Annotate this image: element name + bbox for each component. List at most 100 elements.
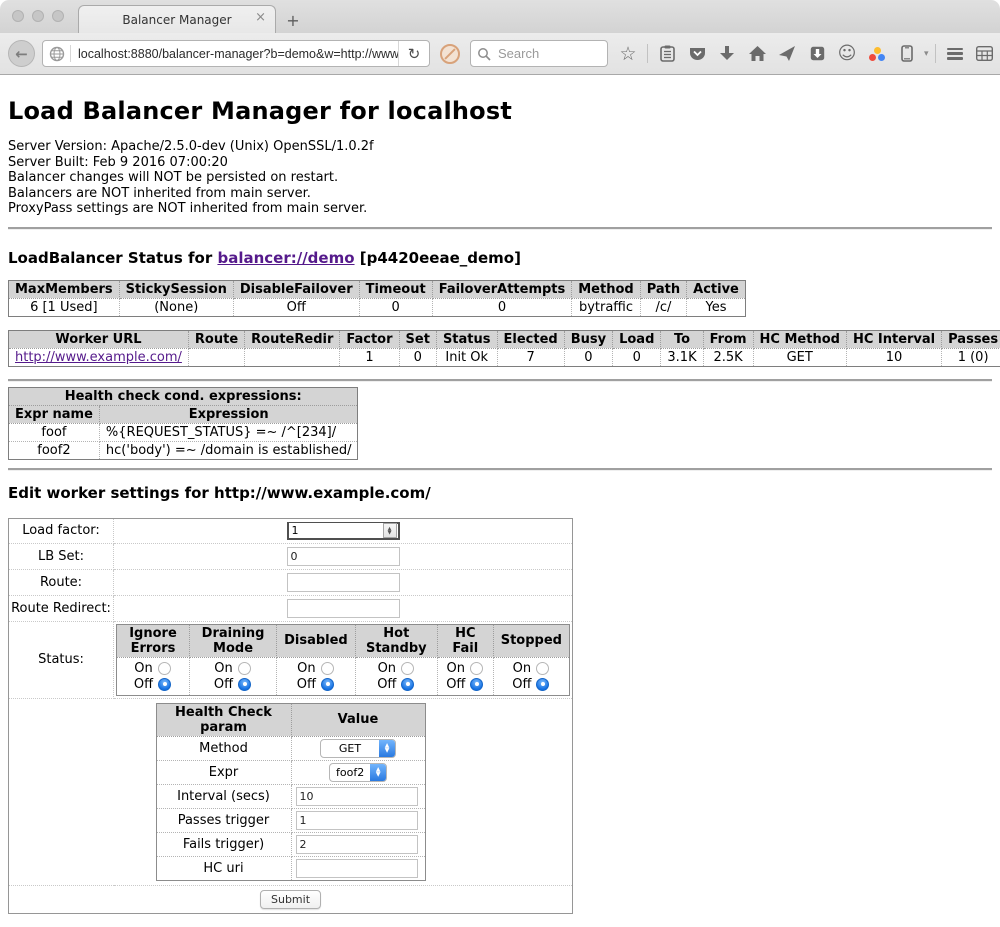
submit-button[interactable]: Submit: [260, 890, 321, 909]
cell-routeredir: [245, 348, 340, 366]
radio-on[interactable]: [536, 662, 549, 675]
method-select[interactable]: GET ▲▼: [320, 739, 396, 758]
cell-hc-method: GET: [753, 348, 846, 366]
search-bar[interactable]: [470, 40, 608, 67]
url-text[interactable]: localhost:8880/balancer-manager?b=demo&w…: [78, 47, 398, 61]
column-header: Expression: [99, 405, 358, 423]
on-label: On: [134, 661, 152, 676]
balancer-demo-link[interactable]: balancer://demo: [217, 249, 354, 267]
pocket-icon[interactable]: [684, 41, 710, 67]
radio-on[interactable]: [158, 662, 171, 675]
load-factor-input[interactable]: [289, 523, 383, 538]
worker-status-table: Worker URL Route RouteRedir Factor Set S…: [8, 330, 1000, 367]
globe-icon: [49, 46, 65, 62]
search-icon: [477, 47, 491, 61]
reload-button[interactable]: ↻: [398, 40, 429, 67]
content-block-icon[interactable]: [440, 44, 460, 64]
radio-on[interactable]: [401, 662, 414, 675]
cell-passes: 1 (0): [942, 348, 1000, 366]
load-factor-stepper[interactable]: ▲▼: [287, 522, 400, 540]
passes-input[interactable]: [296, 811, 418, 830]
tab-bar: Balancer Manager × +: [0, 0, 1000, 33]
column-header: To: [661, 330, 703, 348]
fails-input[interactable]: [296, 835, 418, 854]
radio-off[interactable]: [401, 678, 414, 691]
extensions-colors-icon[interactable]: [864, 41, 890, 67]
close-window-button[interactable]: [12, 10, 24, 22]
expr-select[interactable]: foof2 ▲▼: [329, 763, 387, 782]
expr-label: Expr: [156, 760, 291, 784]
smiley-icon[interactable]: ☺: [834, 41, 860, 67]
cell-method: bytraffic: [572, 298, 640, 316]
column-header: HC Method: [753, 330, 846, 348]
clipboard-icon[interactable]: [654, 41, 680, 67]
route-redirect-input[interactable]: [287, 599, 400, 618]
radio-off[interactable]: [536, 678, 549, 691]
column-header: From: [703, 330, 753, 348]
bookmark-star-icon[interactable]: ☆: [615, 41, 641, 67]
device-icon[interactable]: [894, 41, 920, 67]
url-bar[interactable]: localhost:8880/balancer-manager?b=demo&w…: [42, 40, 430, 67]
back-button[interactable]: ←: [8, 40, 35, 67]
radio-off[interactable]: [158, 678, 171, 691]
off-label: Off: [134, 677, 153, 692]
table-row: 6 [1 Used] (None) Off 0 0 bytraffic /c/ …: [9, 298, 746, 316]
column-header: Route: [188, 330, 244, 348]
worker-row: http://www.example.com/ 1 0 Init Ok 7 0 …: [9, 348, 1000, 366]
cell-expr-name: foof2: [9, 441, 100, 459]
panel-icon[interactable]: [804, 41, 830, 67]
method-select-value: GET: [321, 740, 379, 757]
radio-on[interactable]: [238, 662, 251, 675]
radio-on[interactable]: [470, 662, 483, 675]
cell-factor: 1: [340, 348, 399, 366]
radio-off[interactable]: [470, 678, 483, 691]
lb-set-input[interactable]: [287, 547, 400, 566]
radio-off[interactable]: [321, 678, 334, 691]
cell-to: 3.1K: [661, 348, 703, 366]
home-icon[interactable]: [744, 41, 770, 67]
passes-label: Passes trigger: [156, 808, 291, 832]
select-stepper-icon: ▲▼: [379, 740, 395, 757]
new-tab-button[interactable]: +: [276, 7, 310, 33]
column-header: FailoverAttempts: [432, 280, 572, 298]
health-check-table: Health Check param Value Method GET ▲▼: [156, 703, 426, 881]
expr-row: foof %{REQUEST_STATUS} =~ /^[234]/: [9, 423, 358, 441]
zoom-window-button[interactable]: [52, 10, 64, 22]
send-icon[interactable]: [774, 41, 800, 67]
minimize-window-button[interactable]: [32, 10, 44, 22]
route-redirect-label: Route Redirect:: [9, 595, 114, 621]
download-icon[interactable]: [714, 41, 740, 67]
edit-worker-heading: Edit worker settings for http://www.exam…: [8, 484, 992, 502]
tab-balancer-manager[interactable]: Balancer Manager ×: [78, 5, 276, 33]
tab-close-icon[interactable]: ×: [255, 11, 266, 24]
search-input[interactable]: [496, 45, 590, 62]
status-cell-stopped: On Off: [493, 657, 569, 695]
dropdown-caret-icon[interactable]: ▾: [924, 49, 929, 59]
worker-url-link[interactable]: http://www.example.com/: [15, 350, 182, 365]
column-header: Status: [436, 330, 497, 348]
page-title: Load Balancer Manager for localhost: [8, 97, 992, 125]
column-header: Draining Mode: [189, 624, 276, 657]
interval-input[interactable]: [296, 787, 418, 806]
tab-grid-icon[interactable]: [972, 41, 998, 67]
status-radio-table: Ignore Errors Draining Mode Disabled Hot…: [116, 624, 570, 696]
radio-on[interactable]: [321, 662, 334, 675]
radio-off[interactable]: [238, 678, 251, 691]
hc-row-method: Method GET ▲▼: [156, 736, 425, 760]
spinner-icon[interactable]: ▲▼: [383, 523, 397, 538]
hc-expr-title: Health check cond. expressions:: [9, 387, 358, 405]
column-header: Expr name: [9, 405, 100, 423]
lb-set-label: LB Set:: [9, 543, 114, 569]
off-label: Off: [297, 677, 316, 692]
cell-busy: 0: [564, 348, 612, 366]
hc-uri-input[interactable]: [296, 859, 418, 878]
column-header: Ignore Errors: [117, 624, 190, 657]
menu-icon[interactable]: [942, 41, 968, 67]
column-header: MaxMembers: [9, 280, 120, 298]
hc-uri-label: HC uri: [156, 856, 291, 880]
form-row-submit: Submit: [9, 885, 573, 913]
status-cell-ignore-errors: On Off: [117, 657, 190, 695]
route-input[interactable]: [287, 573, 400, 592]
on-label: On: [378, 661, 396, 676]
divider: [8, 227, 992, 229]
